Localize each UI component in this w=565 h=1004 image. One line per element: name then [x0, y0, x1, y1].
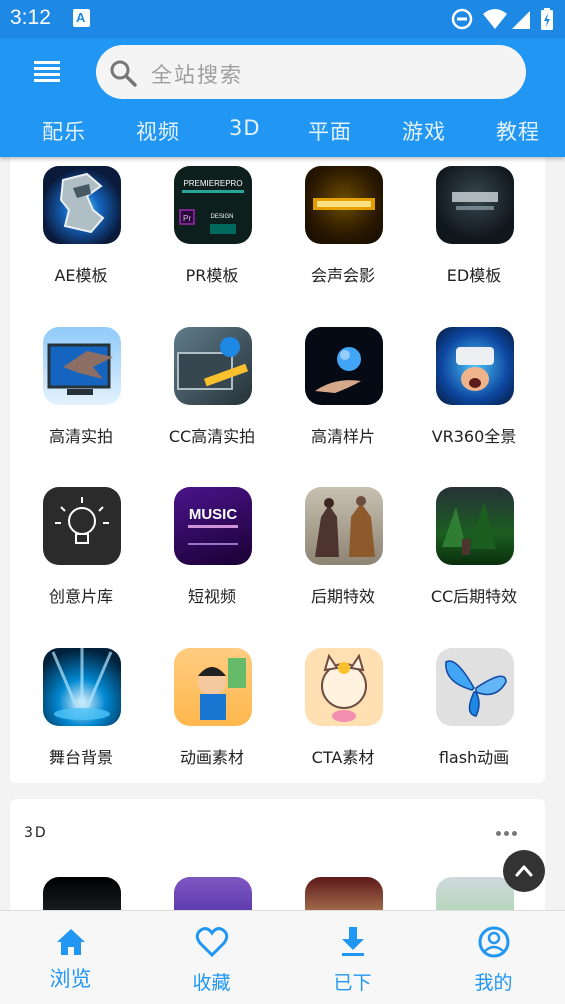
status-bar: 3:12	[0, 0, 565, 38]
corel-videostudio-thumb	[305, 166, 383, 244]
category-item-videostudio[interactable]: 会声会影	[278, 158, 408, 308]
scroll-to-top-button[interactable]	[503, 850, 545, 892]
category-item-animation-material[interactable]: 动画素材	[147, 640, 277, 790]
bottom-navigation: 浏览 收藏 已下 我的	[0, 910, 565, 1004]
animation-material-thumb	[174, 648, 252, 726]
category-label: 舞台背景	[48, 748, 113, 767]
ae-template-thumb	[43, 166, 121, 244]
flash-animation-thumb	[436, 648, 514, 726]
category-label: ED模板	[446, 266, 502, 285]
category-label: AE模板	[54, 266, 108, 285]
category-label: 短视频	[187, 587, 236, 606]
svg-text:PREMIEREPRO: PREMIEREPRO	[183, 179, 242, 188]
do-not-disturb-icon	[451, 8, 473, 30]
category-item-short-video[interactable]: MUSIC 短视频	[147, 479, 277, 629]
nav-label: 收藏	[192, 972, 231, 994]
category-label: 高清实拍	[48, 427, 113, 446]
status-time: 3:12	[10, 6, 51, 29]
notification-icon	[73, 9, 90, 27]
category-label: VR360全景	[431, 427, 517, 446]
home-icon	[57, 929, 85, 955]
svg-text:DESIGN: DESIGN	[210, 214, 233, 220]
section-title: 3D	[24, 825, 48, 841]
app-header: 全站搜索 配乐 视频 3D 平面 游戏 教程	[0, 38, 565, 157]
category-label: CTA素材	[311, 748, 375, 767]
category-item-hd-footage[interactable]: 高清实拍	[16, 319, 146, 469]
category-item-flash-animation[interactable]: flash动画	[409, 640, 539, 790]
tab-video[interactable]: 视频	[136, 116, 180, 146]
category-tabs: 配乐 视频 3D 平面 游戏 教程	[0, 116, 565, 148]
nav-label: 我的	[474, 972, 513, 994]
category-item-vr360[interactable]: VR360全景	[409, 319, 539, 469]
nav-mine[interactable]: 我的	[423, 911, 564, 1004]
chevron-up-icon	[515, 865, 533, 877]
more-button[interactable]	[496, 821, 526, 841]
search-placeholder: 全站搜索	[151, 63, 243, 87]
creative-library-thumb	[43, 487, 121, 565]
ed-template-thumb	[436, 166, 514, 244]
tab-graphic[interactable]: 平面	[308, 116, 352, 146]
nav-label: 浏览	[49, 967, 92, 991]
post-effects-thumb	[305, 487, 383, 565]
nav-browse[interactable]: 浏览	[0, 911, 141, 1004]
category-grid: AE模板 PREMIEREPRO Pr DESIGN PR模板 会声会影 ED模…	[10, 140, 545, 783]
category-label: CC高清实拍	[168, 427, 256, 446]
category-item-cta-material[interactable]: CTA素材	[278, 640, 408, 790]
category-label: 后期特效	[310, 587, 375, 606]
heart-icon	[195, 927, 229, 958]
battery-icon	[541, 8, 553, 30]
menu-button[interactable]	[30, 58, 66, 86]
category-label: 高清样片	[310, 427, 375, 446]
category-item-stage-background[interactable]: 舞台背景	[16, 640, 146, 790]
category-item-ae[interactable]: AE模板	[16, 158, 146, 308]
category-item-ed[interactable]: ED模板	[409, 158, 539, 308]
nav-favorites[interactable]: 收藏	[141, 911, 282, 1004]
cellular-signal-icon	[512, 11, 530, 29]
svg-text:MUSIC: MUSIC	[189, 506, 238, 523]
download-icon	[342, 927, 364, 956]
category-label: 动画素材	[179, 748, 244, 767]
category-label: PR模板	[185, 266, 239, 285]
category-item-creative-library[interactable]: 创意片库	[16, 479, 146, 629]
category-label: flash动画	[438, 748, 510, 767]
pr-template-thumb: PREMIEREPRO Pr DESIGN	[174, 166, 252, 244]
category-label: 创意片库	[48, 587, 113, 606]
tab-3d[interactable]: 3D	[229, 116, 261, 140]
category-item-cc-hd-footage[interactable]: CC高清实拍	[147, 319, 277, 469]
cc-hd-footage-thumb	[174, 327, 252, 405]
category-label: 会声会影	[310, 266, 375, 285]
account-icon	[478, 926, 510, 958]
search-bar[interactable]: 全站搜索	[96, 45, 526, 99]
category-label: CC后期特效	[430, 587, 518, 606]
vr360-thumb	[436, 327, 514, 405]
svg-text:Pr: Pr	[183, 214, 191, 223]
tab-music[interactable]: 配乐	[42, 116, 86, 146]
tab-game[interactable]: 游戏	[402, 116, 446, 146]
category-item-hd-sample[interactable]: 高清样片	[278, 319, 408, 469]
nav-label: 已下	[333, 972, 372, 994]
cta-material-thumb	[305, 648, 383, 726]
stage-background-thumb	[43, 648, 121, 726]
category-item-pr[interactable]: PREMIEREPRO Pr DESIGN PR模板	[147, 158, 277, 308]
tab-tutorial[interactable]: 教程	[496, 116, 540, 146]
nav-downloaded[interactable]: 已下	[282, 911, 423, 1004]
hd-sample-thumb	[305, 327, 383, 405]
cc-post-effects-thumb	[436, 487, 514, 565]
wifi-icon	[483, 9, 507, 29]
short-video-thumb: MUSIC	[174, 487, 252, 565]
hd-footage-thumb	[43, 327, 121, 405]
search-icon	[110, 60, 137, 87]
category-item-post-effects[interactable]: 后期特效	[278, 479, 408, 629]
category-item-cc-post-effects[interactable]: CC后期特效	[409, 479, 539, 629]
